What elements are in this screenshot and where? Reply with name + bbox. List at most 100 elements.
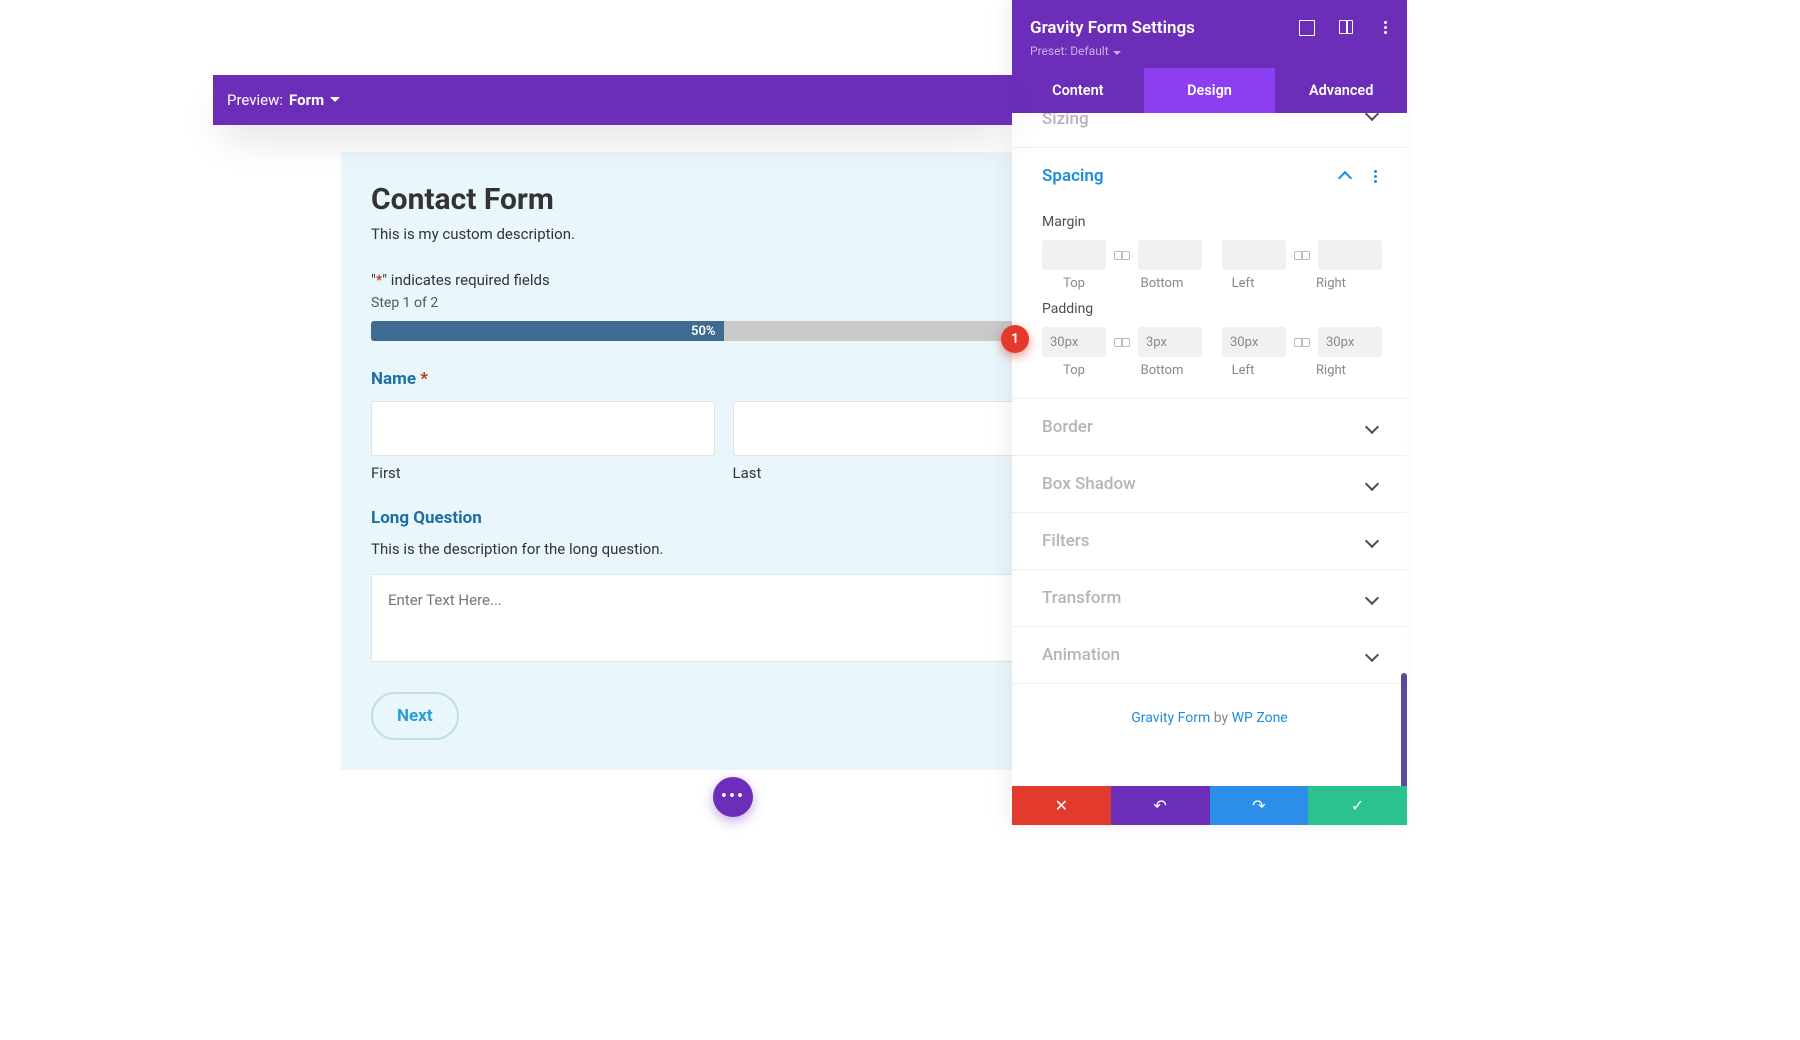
long-question-description: This is the description for the long que… bbox=[371, 540, 1076, 558]
animation-title: Animation bbox=[1042, 645, 1120, 665]
padding-label: Padding bbox=[1042, 301, 1377, 317]
preset-selector[interactable]: Preset: Default bbox=[1030, 44, 1389, 58]
section-sizing[interactable]: Sizing bbox=[1012, 113, 1407, 148]
spacing-header-right bbox=[1340, 169, 1377, 183]
border-title: Border bbox=[1042, 417, 1093, 437]
filters-title: Filters bbox=[1042, 531, 1090, 551]
more-icon[interactable] bbox=[1377, 20, 1393, 34]
columns-icon[interactable] bbox=[1339, 20, 1353, 34]
long-question-block: Long Question This is the description fo… bbox=[371, 508, 1076, 666]
form-description: This is my custom description. bbox=[371, 225, 1076, 243]
tab-content[interactable]: Content bbox=[1012, 68, 1144, 113]
link-icon[interactable] bbox=[1114, 337, 1130, 347]
padding-top-input[interactable] bbox=[1042, 327, 1106, 357]
section-spacing-header[interactable]: Spacing bbox=[1012, 148, 1407, 204]
long-question-input[interactable] bbox=[371, 574, 1076, 662]
undo-button[interactable]: ↶ bbox=[1111, 786, 1210, 825]
annotation-badge: 1 bbox=[1001, 325, 1029, 353]
box-shadow-title: Box Shadow bbox=[1042, 474, 1136, 494]
name-field-block: Name * First Last bbox=[371, 369, 1076, 482]
check-button[interactable]: ✓ bbox=[1308, 786, 1407, 825]
margin-vertical-pair bbox=[1042, 240, 1202, 270]
panel-footer: ✕ ↶ ↷ ✓ bbox=[1012, 786, 1407, 825]
bottom-label: Bottom bbox=[1130, 363, 1194, 378]
attribution-by: by bbox=[1210, 710, 1231, 726]
close-button[interactable]: ✕ bbox=[1012, 786, 1111, 825]
padding-left-input[interactable] bbox=[1222, 327, 1286, 357]
preset-text: Preset: Default bbox=[1030, 44, 1109, 58]
name-row: First Last bbox=[371, 401, 1076, 482]
scrollbar[interactable] bbox=[1401, 673, 1407, 786]
required-fields-note: "*" indicates required fields bbox=[371, 271, 1076, 289]
chevron-down-icon bbox=[1365, 648, 1379, 662]
margin-right-input[interactable] bbox=[1318, 240, 1382, 270]
preview-label: Preview: bbox=[227, 91, 283, 109]
redo-button[interactable]: ↷ bbox=[1210, 786, 1309, 825]
chevron-down-icon bbox=[1365, 591, 1379, 605]
check-icon: ✓ bbox=[1351, 796, 1364, 815]
margin-top-input[interactable] bbox=[1042, 240, 1106, 270]
progress-bar: 50% bbox=[371, 321, 1076, 341]
tab-advanced[interactable]: Advanced bbox=[1275, 68, 1407, 113]
top-label: Top bbox=[1042, 276, 1106, 291]
panel-header-icons bbox=[1299, 20, 1393, 36]
link-icon[interactable] bbox=[1294, 337, 1310, 347]
preview-value: Form bbox=[289, 91, 324, 109]
section-filters-header[interactable]: Filters bbox=[1012, 513, 1407, 569]
section-filters: Filters bbox=[1012, 513, 1407, 570]
tabs: Content Design Advanced bbox=[1012, 68, 1407, 113]
tab-design[interactable]: Design bbox=[1144, 68, 1276, 113]
padding-right-input[interactable] bbox=[1318, 327, 1382, 357]
section-transform-header[interactable]: Transform bbox=[1012, 570, 1407, 626]
section-box-shadow: Box Shadow bbox=[1012, 456, 1407, 513]
section-box-shadow-header[interactable]: Box Shadow bbox=[1012, 456, 1407, 512]
dots-icon: ••• bbox=[721, 788, 745, 806]
attribution: Gravity Form by WP Zone bbox=[1012, 684, 1407, 752]
padding-sublabels: Top Bottom Left Right bbox=[1042, 363, 1377, 378]
chevron-down-icon bbox=[1113, 51, 1121, 55]
section-border-header[interactable]: Border bbox=[1012, 399, 1407, 455]
name-label-text: Name bbox=[371, 369, 416, 389]
panel-body[interactable]: Sizing Spacing Margin bbox=[1012, 113, 1407, 786]
attribution-author-link[interactable]: WP Zone bbox=[1232, 710, 1288, 726]
section-animation: Animation bbox=[1012, 627, 1407, 684]
spacing-title: Spacing bbox=[1042, 166, 1104, 186]
first-name-column: First bbox=[371, 401, 715, 482]
preview-bar[interactable]: Preview: Form bbox=[213, 75, 1012, 125]
floating-action-button[interactable]: ••• bbox=[713, 777, 753, 817]
redo-icon: ↷ bbox=[1252, 796, 1265, 815]
long-question-label: Long Question bbox=[371, 508, 1076, 528]
link-icon[interactable] bbox=[1114, 250, 1130, 260]
chevron-down-icon[interactable] bbox=[330, 97, 340, 102]
padding-horizontal-pair bbox=[1222, 327, 1382, 357]
name-required-star: * bbox=[420, 369, 428, 389]
padding-bottom-input[interactable] bbox=[1138, 327, 1202, 357]
margin-bottom-input[interactable] bbox=[1138, 240, 1202, 270]
first-name-input[interactable] bbox=[371, 401, 715, 456]
margin-label: Margin bbox=[1042, 214, 1377, 230]
right-label: Right bbox=[1299, 276, 1363, 291]
more-dots-icon[interactable] bbox=[1374, 170, 1377, 183]
first-name-sublabel: First bbox=[371, 464, 715, 482]
fullscreen-icon[interactable] bbox=[1299, 20, 1315, 36]
padding-inputs bbox=[1042, 327, 1377, 357]
step-indicator: Step 1 of 2 bbox=[371, 295, 1076, 311]
right-label: Right bbox=[1299, 363, 1363, 378]
form-title: Contact Form bbox=[371, 182, 1076, 217]
top-label: Top bbox=[1042, 363, 1106, 378]
undo-icon: ↶ bbox=[1153, 796, 1166, 815]
settings-panel: Gravity Form Settings Preset: Default Co… bbox=[1012, 0, 1407, 825]
padding-vertical-pair bbox=[1042, 327, 1202, 357]
close-icon: ✕ bbox=[1055, 796, 1068, 815]
link-icon[interactable] bbox=[1294, 250, 1310, 260]
left-label: Left bbox=[1211, 363, 1275, 378]
attribution-module-link[interactable]: Gravity Form bbox=[1131, 710, 1210, 726]
margin-left-input[interactable] bbox=[1222, 240, 1286, 270]
progress-fill: 50% bbox=[371, 321, 724, 341]
chevron-down-icon bbox=[1365, 534, 1379, 548]
next-button[interactable]: Next bbox=[371, 692, 459, 740]
sizing-title: Sizing bbox=[1042, 113, 1089, 129]
transform-title: Transform bbox=[1042, 588, 1121, 608]
section-animation-header[interactable]: Animation bbox=[1012, 627, 1407, 683]
left-label: Left bbox=[1211, 276, 1275, 291]
